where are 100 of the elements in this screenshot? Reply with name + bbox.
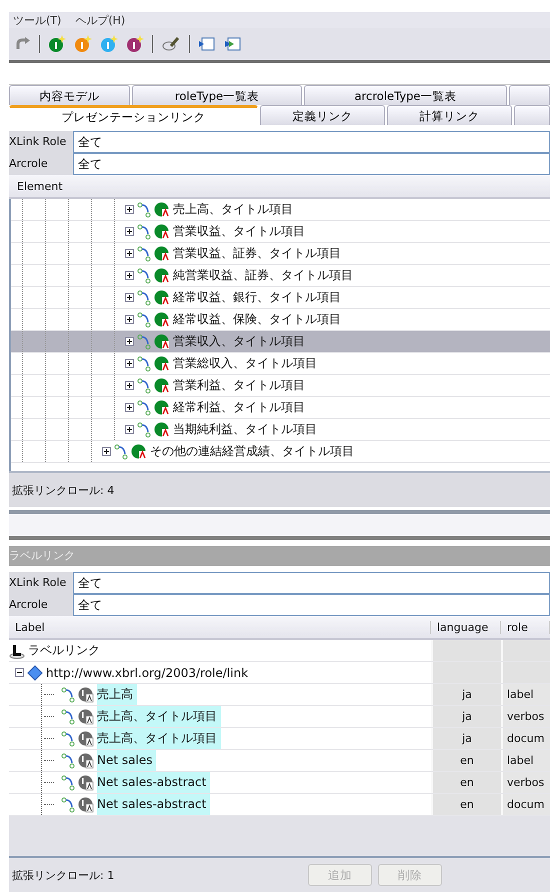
label-text: Net sales-abstract: [97, 794, 210, 815]
connector-icon: [137, 268, 151, 284]
column-header[interactable]: Element: [9, 180, 63, 192]
expander-icon[interactable]: [125, 227, 134, 236]
tab[interactable]: arcroleType一覧表: [304, 85, 507, 105]
concept-icon: [154, 378, 170, 394]
element-label: 経常利益、タイトル項目: [173, 399, 305, 416]
connector-icon: [114, 444, 128, 460]
label-text: 売上高、タイトル項目: [97, 728, 221, 749]
column-header[interactable]: Label: [9, 620, 431, 634]
language-cell: en: [431, 772, 501, 793]
splitter[interactable]: [9, 510, 550, 540]
concept-icon: [154, 334, 170, 350]
language-cell: ja: [431, 728, 501, 749]
tab[interactable]: roleType一覧表: [132, 85, 302, 105]
concept-icon: [154, 246, 170, 262]
status-text: 拡張リンクロール: 1: [12, 868, 116, 882]
role-cell: label: [501, 684, 550, 705]
expander-icon[interactable]: [125, 315, 134, 324]
connector-icon: [137, 246, 151, 262]
column-header[interactable]: role: [501, 620, 550, 634]
tree-label: ラベルリンク: [28, 642, 100, 659]
role-cell: verbos: [501, 772, 550, 793]
role-cell: docum: [501, 794, 550, 815]
panel-icon[interactable]: [198, 36, 216, 52]
connector-icon: [137, 312, 151, 328]
concept-icon: [131, 444, 147, 460]
connector-icon: [61, 708, 75, 724]
tree-row[interactable]: 当期純利益、タイトル項目: [11, 419, 550, 441]
tree-row[interactable]: 営業総収入、タイトル項目: [11, 353, 550, 375]
tree-row[interactable]: その他の連結経営成績、タイトル項目: [11, 441, 550, 463]
language-cell: en: [431, 750, 501, 771]
connector-icon: [137, 422, 151, 438]
concept-icon: [154, 356, 170, 372]
element-label: 営業収入、タイトル項目: [173, 333, 305, 350]
connector-icon: [137, 334, 151, 350]
tree-row[interactable]: 営業収益、証券、タイトル項目: [11, 243, 550, 265]
label-icon: [78, 774, 94, 790]
label-icon: [78, 730, 94, 746]
filter-field[interactable]: 全て: [73, 594, 550, 616]
status-text: 拡張リンクロール: 4: [12, 482, 114, 498]
element-label: 営業収益、証券、タイトル項目: [173, 245, 341, 262]
expander-icon[interactable]: [125, 403, 134, 412]
filter-field[interactable]: 全て: [73, 153, 550, 175]
label-icon: [78, 796, 94, 812]
connector-icon: [137, 202, 151, 218]
tree-row[interactable]: 経常収益、銀行、タイトル項目: [11, 287, 550, 309]
expander-icon[interactable]: [125, 205, 134, 214]
column-header[interactable]: language: [431, 620, 501, 634]
expander-icon[interactable]: [125, 293, 134, 302]
element-label: 売上高、タイトル項目: [173, 201, 293, 218]
filter-field[interactable]: 全て: [73, 572, 550, 594]
expander-icon[interactable]: [15, 668, 24, 677]
connector-icon: [137, 378, 151, 394]
tree-row[interactable]: 営業収入、タイトル項目: [11, 331, 550, 353]
tree-row[interactable]: 営業利益、タイトル項目: [11, 375, 550, 397]
element-label: 経常収益、保険、タイトル項目: [173, 311, 341, 328]
role-cell: label: [501, 750, 550, 771]
concept-icon: [154, 202, 170, 218]
menu-item[interactable]: ヘルプ(H): [75, 12, 126, 28]
tree-row[interactable]: 営業収益、タイトル項目: [11, 221, 550, 243]
tab[interactable]: 計算リンク: [387, 105, 512, 125]
connector-icon: [137, 400, 151, 416]
connector-icon: [61, 730, 75, 746]
tab[interactable]: 内容モデル: [9, 85, 130, 105]
expander-icon[interactable]: [125, 249, 134, 258]
tab[interactable]: プレゼンテーションリンク: [9, 105, 258, 125]
element-label: 営業利益、タイトル項目: [173, 377, 305, 394]
role-cell: verbos: [501, 706, 550, 727]
connector-icon: [137, 356, 151, 372]
concept-icon: [154, 312, 170, 328]
expander-icon[interactable]: [102, 447, 111, 456]
concept-icon: [154, 268, 170, 284]
panel-title: ラベルリンク: [9, 546, 550, 566]
expander-icon[interactable]: [125, 381, 134, 390]
panel-arrow-icon[interactable]: [224, 36, 242, 52]
concept-icon: [154, 224, 170, 240]
label-text: Net sales: [97, 750, 156, 771]
circle-sparkle-icon[interactable]: [48, 35, 66, 53]
tree-row[interactable]: 純営業収益、証券、タイトル項目: [11, 265, 550, 287]
label-text: 売上高: [97, 684, 137, 705]
tree-row[interactable]: 売上高、タイトル項目: [11, 199, 550, 221]
label-icon: [78, 752, 94, 768]
element-label: 営業収益、タイトル項目: [173, 223, 305, 240]
connector-icon: [61, 796, 75, 812]
expander-icon[interactable]: [125, 425, 134, 434]
language-cell: ja: [431, 684, 501, 705]
redo-icon[interactable]: [15, 36, 31, 52]
expander-icon[interactable]: [125, 337, 134, 346]
expander-icon[interactable]: [125, 359, 134, 368]
menu-item[interactable]: ツール(T): [13, 12, 62, 28]
tree-row[interactable]: 経常利益、タイトル項目: [11, 397, 550, 419]
element-label: 営業総収入、タイトル項目: [173, 355, 317, 372]
diamond-icon: [27, 664, 43, 680]
circle-sparkle-icon[interactable]: [126, 35, 144, 53]
tab[interactable]: 定義リンク: [260, 105, 385, 125]
expander-icon[interactable]: [125, 271, 134, 280]
filter-field[interactable]: 全て: [73, 131, 550, 153]
tool-icon[interactable]: [161, 36, 181, 52]
filter-label: Arcrole: [9, 153, 73, 175]
